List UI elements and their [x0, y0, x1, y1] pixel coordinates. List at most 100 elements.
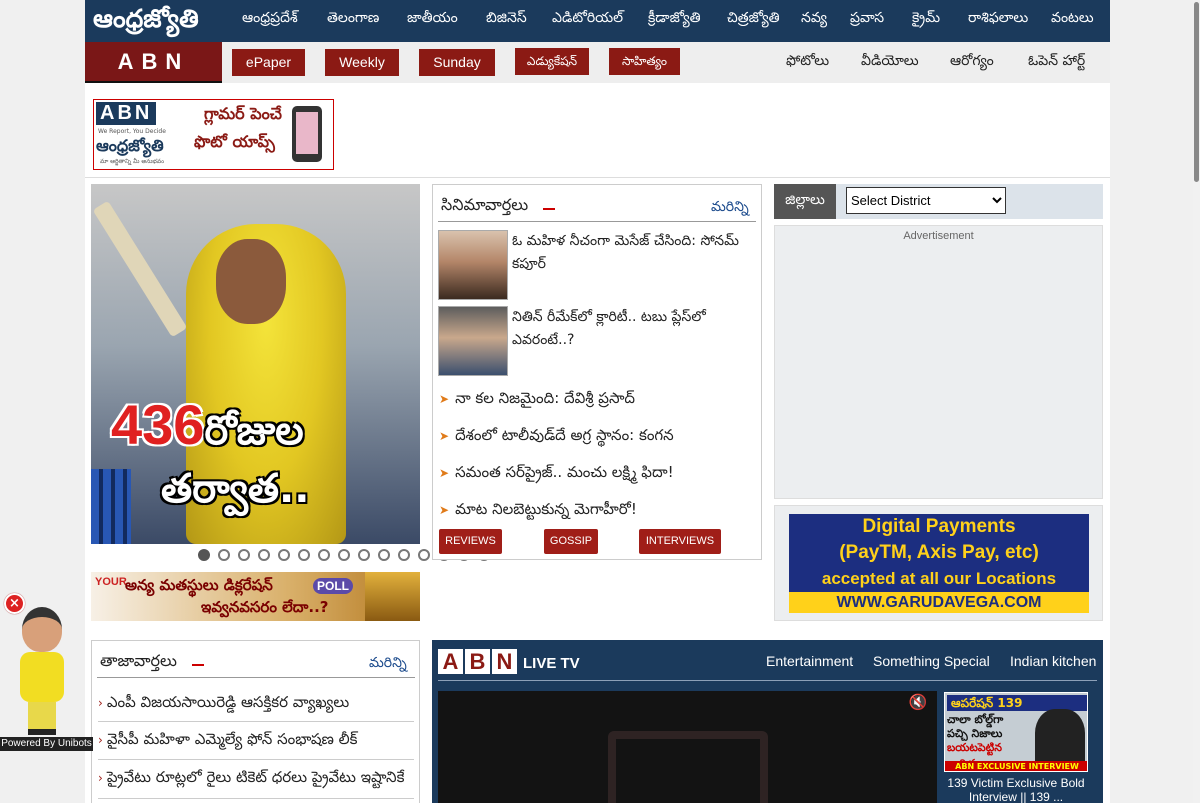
nav-horoscope[interactable]: రాశిఫలాలు — [968, 10, 1028, 29]
live-video-player[interactable] — [438, 691, 937, 803]
live-tv-label: LIVE TV — [523, 655, 580, 672]
nav-pravasa[interactable]: ప్రవాస — [850, 10, 884, 29]
slider-dot[interactable] — [238, 549, 250, 561]
tv-divider — [438, 680, 1097, 681]
slider-dot[interactable] — [278, 549, 290, 561]
gossip-button[interactable]: GOSSIP — [544, 529, 598, 554]
poll-banner[interactable]: YOUR అన్య మతస్థులు డిక్లరేషన్ POLL ఇవ్వన… — [91, 572, 420, 621]
nav-navya[interactable]: నవ్య — [801, 10, 827, 29]
poll-line1: అన్య మతస్థులు డిక్లరేషన్ — [125, 576, 273, 594]
nav-cinema[interactable]: చిత్రజ్యోతి — [727, 10, 780, 29]
tab-indian-kitchen[interactable]: Indian kitchen — [1010, 653, 1096, 669]
ad-abn-logo: ABN — [96, 102, 157, 125]
nav-andhrapradesh[interactable]: ఆంధ్రప్రదేశ్ — [242, 10, 298, 29]
slider-dot[interactable] — [338, 549, 350, 561]
cinema-more-link[interactable]: మరిన్ని — [711, 199, 749, 218]
ad-publication: ఆంధ్రజ్యోతి — [96, 136, 164, 155]
education-button[interactable]: ఎడ్యుకేషన్ — [515, 48, 589, 75]
slide-stumps — [91, 469, 131, 544]
slider-dot[interactable] — [378, 549, 390, 561]
powered-by-label[interactable]: Powered By Unibots — [0, 737, 93, 751]
slider-dot[interactable] — [358, 549, 370, 561]
health-link[interactable]: ఆరోగ్యం — [950, 53, 994, 72]
latest-title: తాజావార్తలు — [100, 651, 177, 670]
advertisement-box[interactable]: Advertisement — [774, 225, 1103, 499]
title-underline — [438, 221, 756, 222]
open-heart-link[interactable]: ఓపెన్ హార్ట్ — [1028, 53, 1085, 72]
cinema-bullet-item[interactable]: ➤ దేశంలో టాలీవుడ్‌దే అగ్ర స్థానం: కంగన — [439, 426, 674, 448]
slider-dot[interactable] — [418, 549, 430, 561]
side-video-t3: బయటపెట్టిన — [947, 741, 1002, 754]
news-item[interactable]: › వైసీపీ మహిళా ఎమ్మెల్యే ఫోన్ సంభాషణ లీక్ — [98, 730, 414, 752]
nav-business[interactable]: బిజినెస్ — [486, 10, 527, 29]
abn-logo[interactable]: ABN — [85, 42, 222, 83]
interviews-button[interactable]: INTERVIEWS — [639, 529, 721, 554]
headline-slider[interactable]: 436రోజుల తర్వాత.. — [91, 184, 420, 544]
cinema-bullet-item[interactable]: ➤ మాట నిలబెట్టుకున్న మెగాహీరో! — [439, 500, 637, 522]
garuda-line3: accepted at all our Locations — [821, 569, 1057, 588]
cinema-bullet-item[interactable]: ➤ సమంత సర్‌ప్రైజ్.. మంచు లక్ష్మి ఫిదా! — [439, 463, 674, 485]
nav-editorial[interactable]: ఎడిటోరియల్ — [552, 10, 623, 29]
story-thumbnail[interactable] — [438, 306, 508, 376]
muted-speaker-icon[interactable]: 🔇 — [907, 693, 929, 711]
temple-image — [365, 572, 420, 621]
slider-dot[interactable] — [398, 549, 410, 561]
story-thumbnail[interactable] — [438, 230, 508, 300]
ad-tagline: మా ఆర్జితాన్ని మీ అనుభవం — [100, 158, 165, 165]
reviews-button[interactable]: REVIEWS — [439, 529, 502, 554]
news-item[interactable]: › ఎంపీ విజయసాయిరెడ్డి ఆసక్తికర వ్యాఖ్యలు — [98, 693, 414, 715]
secondary-bar: ABN ePaper Weekly Sunday ఎడ్యుకేషన్ సాహి… — [85, 42, 1110, 83]
mascot-body — [20, 652, 64, 702]
ad-tag: We Report, You Decide — [98, 128, 166, 135]
literature-button[interactable]: సాహిత్యం — [609, 48, 680, 75]
videos-link[interactable]: వీడియోలు — [861, 53, 919, 72]
slider-dot[interactable] — [318, 549, 330, 561]
latest-more-link[interactable]: మరిన్ని — [369, 655, 407, 674]
site-logo[interactable]: ఆంధ్రజ్యోతి — [93, 4, 199, 40]
mascot-head — [22, 607, 62, 652]
abn-live-logo[interactable]: A B N LIVE TV — [438, 649, 580, 674]
side-video-t2b: పచ్చి నిజాలు — [947, 727, 1003, 740]
epaper-button[interactable]: ePaper — [232, 49, 305, 76]
nav-national[interactable]: జాతీయం — [407, 10, 458, 29]
side-video-t2: చాలా బోల్డ్‌గా — [947, 713, 1004, 726]
weekly-button[interactable]: Weekly — [325, 49, 399, 76]
arrow-icon: › — [98, 733, 103, 747]
arrow-icon: › — [98, 696, 103, 710]
poll-your-text: YOUR — [95, 576, 127, 588]
cinema-bullet-item[interactable]: ➤ నా కల నిజమైంది: దేవిశ్రీ ప్రసాద్ — [439, 389, 635, 411]
news-item[interactable]: › ప్రైవేటు రూట్లలో రైలు టికెట్ ధరలు ప్రైవ… — [98, 768, 414, 790]
garuda-line1: Digital Payments — [862, 516, 1016, 537]
glamour-apps-ad[interactable]: ABN We Report, You Decide ఆంధ్రజ్యోతి మా… — [93, 99, 334, 170]
news-separator — [98, 759, 414, 760]
slider-dot[interactable] — [218, 549, 230, 561]
related-video-caption[interactable]: 139 Victim Exclusive Bold Interview || 1… — [944, 776, 1088, 803]
tab-entertainment[interactable]: Entertainment — [766, 653, 853, 669]
tab-something-special[interactable]: Something Special — [873, 653, 990, 669]
page-scrollbar[interactable] — [1193, 0, 1200, 803]
story-link[interactable]: నితిన్ రీమేక్‌లో క్లారిటీ.. టబు ప్లేస్‌ల… — [512, 306, 752, 352]
news-separator — [98, 721, 414, 722]
nav-sports[interactable]: క్రీడాజ్యోతి — [648, 10, 701, 29]
poll-badge: POLL — [313, 578, 353, 594]
slider-dot[interactable] — [298, 549, 310, 561]
slide-player-head — [216, 239, 286, 324]
photos-link[interactable]: ఫోటోలు — [786, 53, 829, 72]
video-frame-graphic — [608, 731, 768, 803]
nav-recipes[interactable]: వంటలు — [1051, 10, 1094, 29]
related-video-thumbnail[interactable]: ఆపరేషన్ 139 చాలా బోల్డ్‌గా పచ్చి నిజాలు బ… — [944, 692, 1088, 772]
nav-telangana[interactable]: తెలంగాణ — [327, 10, 379, 29]
story-link[interactable]: ఓ మహిళ నీచంగా మెసేజ్ చేసింది: సోనమ్ కపూర… — [512, 230, 752, 276]
mascot-figure[interactable] — [14, 607, 70, 735]
garudavega-ad[interactable]: Digital Payments (PayTM, Axis Pay, etc) … — [789, 514, 1089, 613]
cinema-title: సినిమావార్తలు — [441, 195, 529, 214]
slider-dot[interactable] — [198, 549, 210, 561]
sunday-button[interactable]: Sunday — [419, 49, 495, 76]
garuda-url: WWW.GARUDAVEGA.COM — [789, 592, 1089, 613]
news-text: వైసీపీ మహిళా ఎమ్మెల్యే ఫోన్ సంభాషణ లీక్ — [106, 730, 358, 748]
slider-dot[interactable] — [258, 549, 270, 561]
nav-crime[interactable]: క్రైమ్ — [912, 10, 940, 29]
page: ఆంధ్రజ్యోతి ఆంధ్రప్రదేశ్ తెలంగాణ జాతీయం … — [85, 0, 1110, 803]
scrollbar-thumb[interactable] — [1194, 2, 1199, 182]
district-select[interactable]: Select District — [846, 187, 1006, 214]
